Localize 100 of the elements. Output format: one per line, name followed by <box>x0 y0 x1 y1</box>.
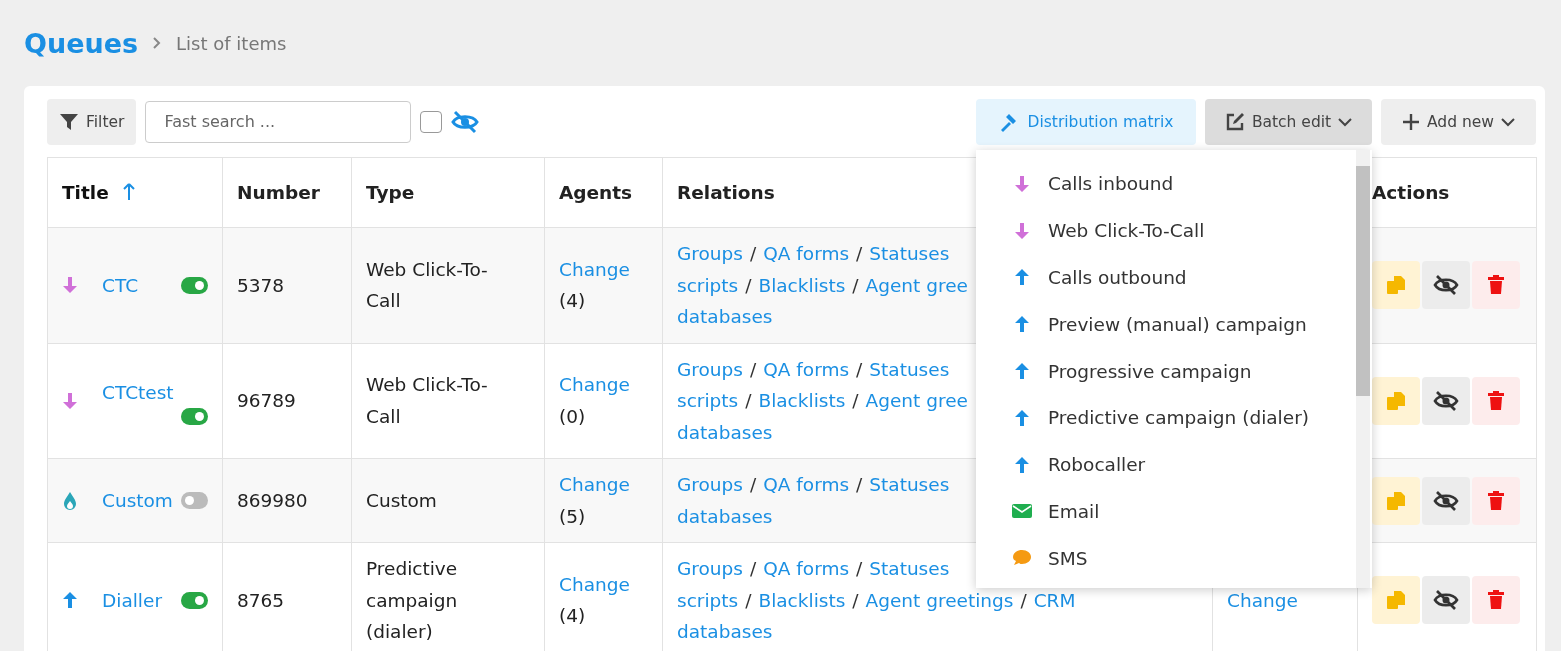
relation-link[interactable]: databases <box>677 421 773 443</box>
separator: / <box>852 274 859 296</box>
hide-button[interactable] <box>1422 576 1470 625</box>
relation-link[interactable]: Blacklists <box>758 390 846 411</box>
separator: / <box>856 243 863 264</box>
queue-number: 869980 <box>237 489 308 511</box>
menu-item[interactable]: Robocaller <box>976 441 1372 489</box>
edit-icon <box>1224 111 1245 132</box>
relation-link[interactable]: Blacklists <box>758 589 846 611</box>
scrollbar[interactable] <box>1356 149 1370 588</box>
copy-icon <box>1385 389 1407 412</box>
toggle-switch[interactable] <box>181 276 208 294</box>
delete-button[interactable] <box>1472 476 1520 525</box>
separator: / <box>749 474 757 495</box>
queue-title-link[interactable]: Custom <box>102 484 173 517</box>
distribution-matrix-button[interactable]: Distribution matrix <box>976 98 1196 145</box>
batch-edit-button[interactable]: Batch edit <box>1205 98 1372 145</box>
toggle-switch[interactable] <box>181 492 208 509</box>
relation-link[interactable]: Groups <box>677 474 743 495</box>
copy-icon <box>1385 589 1407 612</box>
column-header[interactable]: Relations <box>677 181 775 203</box>
relation-link[interactable]: QA forms <box>763 243 850 264</box>
drop-icon <box>62 490 78 511</box>
relation-link[interactable]: QA forms <box>763 474 850 495</box>
relation-link[interactable]: databases <box>677 306 773 327</box>
relation-link[interactable]: Agent greetings <box>865 589 1014 611</box>
queue-title-link[interactable]: CTCtest <box>102 376 174 408</box>
queue-type: Predictive campaign (dialer) <box>366 558 458 642</box>
relation-link[interactable]: CRM <box>1033 589 1076 611</box>
menu-item[interactable]: Progressive campaign <box>976 347 1372 395</box>
separator: / <box>852 589 859 611</box>
relation-link[interactable]: Groups <box>677 558 743 579</box>
menu-item[interactable]: Web Click-To-Call <box>976 207 1372 255</box>
separator: / <box>856 358 863 380</box>
menu-item[interactable]: Predictive campaign (dialer) <box>976 394 1372 442</box>
relation-link[interactable]: Agent gree <box>865 274 968 296</box>
relation-link[interactable]: scripts <box>677 390 739 411</box>
relation-link[interactable]: QA forms <box>763 358 850 380</box>
menu-item[interactable]: Calls inbound <box>976 160 1372 208</box>
eye-slash-icon[interactable] <box>451 109 480 134</box>
delete-button[interactable] <box>1472 576 1520 625</box>
menu-item[interactable]: Preview (manual) campaign <box>976 300 1372 348</box>
column-header[interactable]: Title <box>62 181 109 203</box>
relation-link[interactable]: scripts <box>677 589 739 611</box>
eye-slash-icon <box>1433 389 1459 412</box>
separator: / <box>856 474 863 495</box>
relation-link[interactable]: Statuses <box>869 474 950 495</box>
menu-item[interactable]: Calls outbound <box>976 254 1372 301</box>
chevron-icon <box>152 36 163 50</box>
trash-icon <box>1487 590 1505 611</box>
menu-item[interactable]: SMS <box>976 534 1372 582</box>
relation-link[interactable]: databases <box>677 505 773 527</box>
change-agents-link[interactable]: Change <box>559 573 630 595</box>
eye-slash-icon <box>1433 589 1459 612</box>
column-header[interactable]: Agents <box>559 181 633 203</box>
queue-type: Web Click-To-Call <box>366 258 488 312</box>
delete-button[interactable] <box>1472 376 1520 425</box>
column-header[interactable]: Actions <box>1372 181 1450 203</box>
hide-button[interactable] <box>1422 376 1470 425</box>
relation-link[interactable]: QA forms <box>763 558 850 579</box>
add-new-button[interactable]: Add new <box>1381 98 1536 145</box>
relation-link[interactable]: Statuses <box>869 558 950 579</box>
hide-button[interactable] <box>1422 261 1470 310</box>
separator: / <box>749 358 757 380</box>
delete-button[interactable] <box>1472 261 1520 310</box>
queue-title-link[interactable]: Dialler <box>102 584 162 616</box>
change-agents-link[interactable]: Change <box>559 258 630 280</box>
column-header[interactable]: Type <box>366 181 415 203</box>
queue-title-link[interactable]: CTC <box>102 269 139 301</box>
relation-link[interactable]: Statuses <box>869 243 950 264</box>
menu-item[interactable]: Email <box>976 488 1372 535</box>
relation-link[interactable]: scripts <box>677 274 739 296</box>
relation-link[interactable]: Statuses <box>869 358 950 380</box>
hide-button[interactable] <box>1422 476 1470 525</box>
relation-link[interactable]: Groups <box>677 243 743 264</box>
relation-link[interactable]: Agent gree <box>865 390 968 411</box>
separator: / <box>749 243 757 264</box>
queue-type: Custom <box>366 489 437 511</box>
change-link[interactable]: Change <box>1227 589 1298 611</box>
column-header[interactable]: Number <box>237 181 320 203</box>
queue-number: 8765 <box>237 589 285 611</box>
filter-button[interactable]: Filter <box>47 98 137 145</box>
sort-arrow-icon[interactable] <box>122 182 135 201</box>
search-field[interactable]: Fast search ... <box>145 100 412 143</box>
eye-slash-icon <box>1433 489 1459 512</box>
plus-icon <box>1402 112 1420 131</box>
speech-bubble-icon <box>1012 549 1032 568</box>
toggle-switch[interactable] <box>181 591 208 609</box>
relation-link[interactable]: Groups <box>677 358 743 380</box>
agent-count: (4) <box>559 605 586 627</box>
relation-link[interactable]: databases <box>677 621 773 642</box>
toggle-switch[interactable] <box>181 408 208 425</box>
separator: / <box>745 274 752 296</box>
change-agents-link[interactable]: Change <box>559 374 630 396</box>
relation-link[interactable]: Blacklists <box>758 274 846 296</box>
arrow-down-icon <box>62 276 78 295</box>
checkbox[interactable] <box>420 110 443 133</box>
change-agents-link[interactable]: Change <box>559 474 630 495</box>
queue-type: Web Click-To-Call <box>366 374 488 427</box>
agent-count: (0) <box>559 405 586 427</box>
